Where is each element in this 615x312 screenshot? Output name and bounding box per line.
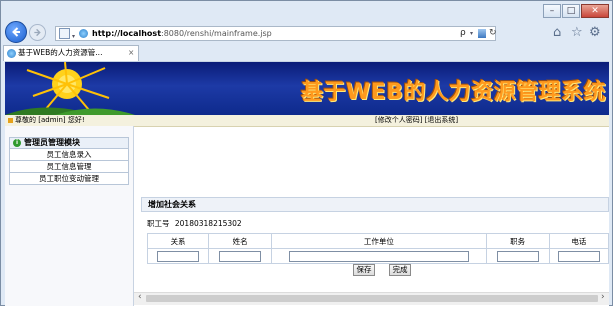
column-header-label: 姓名 <box>232 236 248 246</box>
ie-page-icon <box>79 29 88 38</box>
refresh-icon[interactable]: ↻ <box>489 27 497 40</box>
dandelion-graphic <box>5 62 135 115</box>
site-banner: 基于WEB的人力资源管理系统 <box>5 62 609 115</box>
address-bar[interactable]: ▾ http://localhost:8080/renshi/mainframe… <box>55 26 497 41</box>
compatibility-icon[interactable] <box>478 29 486 38</box>
tab-title: 基于WEB的人力资源管... <box>18 48 103 57</box>
done-button[interactable]: 完成 <box>389 264 411 276</box>
scroll-left-arrow-icon[interactable]: ‹ <box>138 292 142 302</box>
relation-cell <box>146 248 210 264</box>
page-shield-icon <box>59 28 70 39</box>
save-button-label: 保存 <box>356 265 372 274</box>
favorites-star-icon[interactable]: ☆ <box>571 25 583 40</box>
column-header-relation: 关系 <box>146 233 210 249</box>
banner-title: 基于WEB的人力资源管理系统 <box>301 80 607 105</box>
relation-input[interactable] <box>157 250 200 262</box>
forward-button[interactable] <box>29 24 46 41</box>
url-path: :8080/renshi/mainframe.jsp <box>161 29 272 38</box>
scroll-right-arrow-icon[interactable]: › <box>601 292 605 302</box>
url-text: http://localhost:8080/renshi/mainframe.j… <box>92 27 272 40</box>
employee-number-label: 职工号 <box>147 219 170 228</box>
table-header-row: 关系 姓名 工作单位 职务 电话 <box>146 233 609 249</box>
sidebar-item-label: 员工信息录入 <box>46 150 92 159</box>
dropdown-arrow-icon: ▾ <box>72 33 76 40</box>
employee-number-value: 20180318215302 <box>174 219 242 228</box>
forward-arrow-icon <box>34 28 41 37</box>
position-input[interactable] <box>496 250 539 262</box>
name-cell <box>208 248 273 264</box>
main-panel: 增加社会关系 职工号 20180318215302 关系 姓名 工作单位 职务 … <box>138 126 609 306</box>
column-header-label: 职务 <box>510 236 526 246</box>
column-header-phone: 电话 <box>548 233 609 249</box>
settings-gear-icon[interactable]: ⚙ <box>589 25 601 40</box>
relation-table: 关系 姓名 工作单位 职务 电话 <box>146 233 609 264</box>
form-title-text: 增加社会关系 <box>148 200 196 209</box>
scrollbar-thumb[interactable] <box>146 295 598 302</box>
name-input[interactable] <box>219 250 262 262</box>
save-button[interactable]: 保存 <box>353 264 375 276</box>
tab-strip: 基于WEB的人力资源管... × <box>1 45 614 61</box>
welcome-text: 尊敬的 [admin] 您好! <box>15 116 85 124</box>
minimize-button[interactable]: – <box>543 4 561 18</box>
done-button-label: 完成 <box>392 265 408 274</box>
position-cell <box>485 248 550 264</box>
browser-window: – □ ✕ ▾ http://localhost:8080/renshi/mai… <box>0 0 613 306</box>
back-button[interactable] <box>5 21 27 43</box>
sidebar-header: i 管理员管理模块 <box>9 137 129 149</box>
sidebar-item-label: 员工职位变动管理 <box>39 174 99 183</box>
account-links[interactable]: [修改个人密码] [退出系统] <box>375 115 458 126</box>
column-header-label: 工作单位 <box>363 236 394 246</box>
sidebar-item-employee-management[interactable]: 员工信息管理 <box>9 161 129 173</box>
phone-input[interactable] <box>557 250 600 262</box>
sidebar-item-employee-entry[interactable]: 员工信息录入 <box>9 149 129 161</box>
search-dropdown-icon[interactable]: ▾ <box>470 27 473 40</box>
employee-number-row: 职工号 20180318215302 <box>147 218 242 229</box>
column-header-label: 电话 <box>571 236 587 246</box>
minimize-icon: – <box>549 6 555 16</box>
horizontal-scrollbar[interactable]: ‹ › <box>134 292 609 305</box>
info-icon: i <box>13 139 21 147</box>
form-title: 增加社会关系 <box>141 197 609 212</box>
workplace-input[interactable] <box>288 250 469 262</box>
sidebar-header-label: 管理员管理模块 <box>24 138 80 147</box>
column-header-name: 姓名 <box>208 233 273 249</box>
bullet-icon <box>8 118 13 123</box>
sidebar-item-position-change[interactable]: 员工职位变动管理 <box>9 173 129 185</box>
table-input-row <box>146 248 609 264</box>
search-icon[interactable]: ρ <box>460 27 466 40</box>
phone-cell <box>548 248 609 264</box>
maximize-icon: □ <box>566 6 576 16</box>
tab-close-icon[interactable]: × <box>128 46 134 60</box>
url-host: http://localhost <box>92 29 162 38</box>
sidebar-item-label: 员工信息管理 <box>46 162 92 171</box>
column-header-workplace: 工作单位 <box>271 233 487 249</box>
maximize-button[interactable]: □ <box>562 4 580 18</box>
workplace-cell <box>271 248 487 264</box>
close-window-button[interactable]: ✕ <box>581 4 609 18</box>
window-titlebar: – □ ✕ <box>1 1 614 21</box>
tab-active[interactable]: 基于WEB的人力资源管... × <box>3 45 139 61</box>
column-header-label: 关系 <box>170 236 186 246</box>
tab-favicon-icon <box>7 49 16 58</box>
page-viewport: 基于WEB的人力资源管理系统 尊敬的 [admin] 您好! [修改个人密码] … <box>5 61 609 306</box>
close-icon: ✕ <box>591 6 599 16</box>
home-icon[interactable]: ⌂ <box>553 25 561 40</box>
column-header-position: 职务 <box>485 233 550 249</box>
back-arrow-icon <box>12 27 20 37</box>
